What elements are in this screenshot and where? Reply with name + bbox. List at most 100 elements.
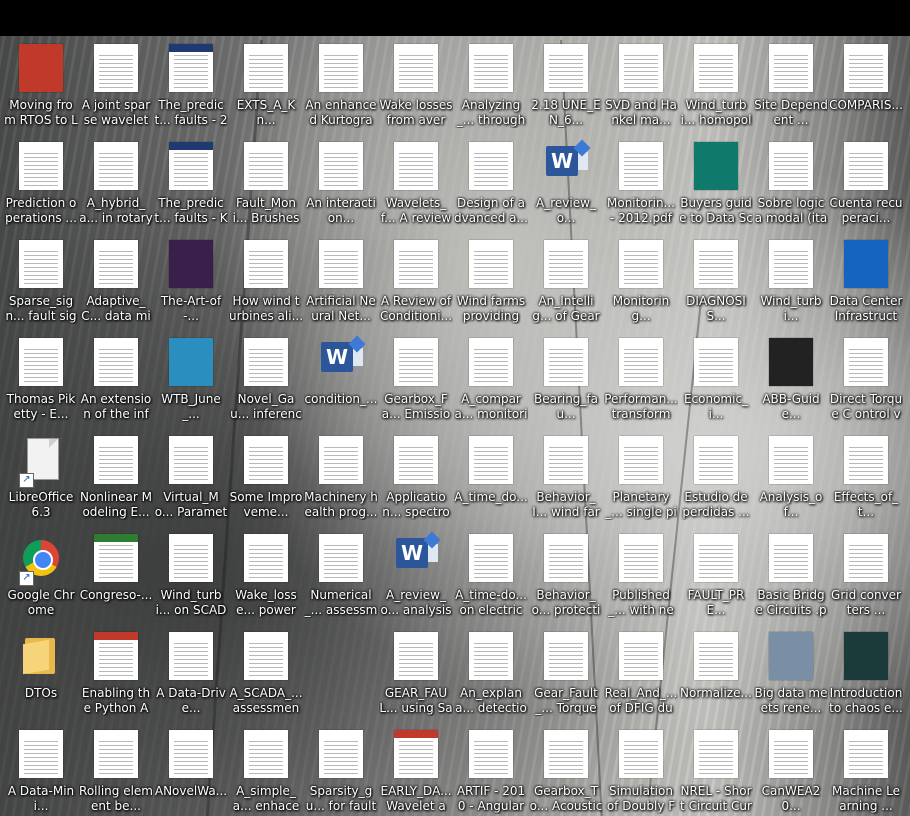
desktop-icon[interactable]: FAULT_PRE... (679, 528, 753, 617)
desktop-icon-label: Sparse_sign... fault signal... (5, 294, 77, 323)
desktop-icon[interactable]: A_SCADA_... assessment... (229, 626, 303, 715)
desktop-icon[interactable]: CanWEA20... (754, 724, 828, 813)
desktop-icon[interactable]: A_simple_a... enhaced-sq... (229, 724, 303, 813)
pdf-document-icon (19, 240, 63, 288)
desktop-icon[interactable]: An extension of the info... (79, 332, 153, 421)
desktop-icon[interactable]: Planetary_... single piez... (604, 430, 678, 519)
desktop-icon[interactable]: Wind_turbi... homopolar ... (679, 38, 753, 127)
desktop-icon[interactable]: WTB_June_... (154, 332, 228, 421)
desktop-icon[interactable]: An_Intellig... of Gearbox... (529, 234, 603, 323)
desktop-icon[interactable]: Performan... transform ... (604, 332, 678, 421)
desktop-icon[interactable]: Normalize... (679, 626, 753, 710)
desktop-icon-label: The_predict... faults - Kusi... (154, 196, 228, 225)
desktop-icon[interactable]: Grid converters ... (829, 528, 903, 617)
desktop-icon[interactable]: Design of advanced a... (454, 136, 528, 225)
desktop-icon[interactable]: Introduction to chaos e... (829, 626, 903, 715)
desktop-icon[interactable]: EXTS_A_Kn... (229, 38, 303, 127)
desktop-icon[interactable]: Numerical_... assessmen... (304, 528, 378, 617)
desktop-icon[interactable]: DIAGNOSIS... (679, 234, 753, 323)
desktop-icon[interactable]: Monitoring... (604, 234, 678, 323)
desktop-icon[interactable]: A Data-Mini... (4, 724, 78, 813)
desktop-icon[interactable]: Adaptive_C... data minig ... (79, 234, 153, 323)
desktop-icon[interactable]: Buyers guide to Data Sci... (679, 136, 753, 225)
desktop-icon[interactable]: Analysis_of... (754, 430, 828, 519)
desktop-icon[interactable]: Thomas Piketty - E... (4, 332, 78, 421)
desktop-icon[interactable]: 2.18 UNE_EN_6... (529, 38, 603, 127)
desktop-icon[interactable]: Real_And_... of DFIG dur... (604, 626, 678, 715)
desktop-icon[interactable]: An_explana... detection o... (454, 626, 528, 715)
desktop-icon[interactable]: An interaction... (304, 136, 378, 225)
desktop-icon[interactable]: Basic Bridge Circuits .pdf (754, 528, 828, 617)
desktop-icon[interactable]: Gearbox_Fa... Emissio Sen... (379, 332, 453, 421)
desktop-icon[interactable]: Wind_turbi... (754, 234, 828, 323)
desktop-icon[interactable]: Some Improveme... (229, 430, 303, 519)
desktop-icon[interactable]: A_compara... monitoring... (454, 332, 528, 421)
desktop-icon[interactable]: SVD and Hankel ma... (604, 38, 678, 127)
desktop-icon[interactable]: W A_review_o... analysis WT... (379, 528, 453, 617)
desktop-icon[interactable]: Behavior_o... protection ... (529, 528, 603, 617)
desktop-icon[interactable]: Wake_losse... power mea... (229, 528, 303, 617)
desktop-icon[interactable]: Congreso-... (79, 528, 153, 612)
desktop-icon[interactable]: NREL - Short Circuit Curr... (679, 724, 753, 813)
desktop-icon[interactable]: Effects_of_t... (829, 430, 903, 519)
desktop-icon[interactable]: Direct Torque C ontrol vs... (829, 332, 903, 421)
desktop-icon[interactable]: Wind_turbi... on SCADA ... (154, 528, 228, 617)
desktop-icon[interactable]: Wake losses from avera... (379, 38, 453, 127)
desktop-icon[interactable]: Cuenta recuperaci... (829, 136, 903, 225)
desktop-icon[interactable]: Fault_Moni... Brushes - K... (229, 136, 303, 225)
desktop-icon[interactable]: Published_... with new r... (604, 528, 678, 617)
desktop-icon[interactable]: Prediction operations ... (4, 136, 78, 225)
desktop-icon[interactable]: Sparsity_gu... for fault dia... (304, 724, 378, 813)
desktop-icon[interactable]: Behavior_I... wind farms... (529, 430, 603, 519)
desktop-icon[interactable]: Simulation of Doubly Fed... (604, 724, 678, 813)
desktop-icon[interactable]: A_hybrid_a... in rotary m... (79, 136, 153, 225)
desktop-icon[interactable]: Novel_Gau... inference ... (229, 332, 303, 421)
desktop-icon[interactable]: Virtual_Mo... Parameters ... (154, 430, 228, 519)
desktop-icon[interactable]: Big data meets rene... (754, 626, 828, 715)
desktop-icon[interactable]: ↗ LibreOffice 6.3 (4, 430, 78, 519)
desktop-icon[interactable]: EARLY_DA... Wavelet an... (379, 724, 453, 813)
desktop-icon-label: Grid converters ... (831, 588, 901, 617)
desktop-icon[interactable]: The_predict... faults - Kusi... (154, 136, 228, 225)
desktop-icon[interactable]: Wcondition_... (304, 332, 378, 416)
desktop-icon[interactable]: Wavelets_f... A review - 2... (379, 136, 453, 225)
desktop-icon[interactable]: Economic_i... (679, 332, 753, 421)
desktop-icon-label: A_time_do... (454, 490, 528, 504)
desktop-icon[interactable]: Sobre logica modal (ital... (754, 136, 828, 225)
desktop-icon[interactable]: GEAR_FAUL... using Satat... (379, 626, 453, 715)
desktop-icon[interactable]: Nonlinear Modeling E... (79, 430, 153, 519)
desktop-icon[interactable]: Gear_Fault_... Torque Gea... (529, 626, 603, 715)
desktop-icon[interactable]: Sparse_sign... fault signal... (4, 234, 78, 323)
desktop-icon[interactable]: Site Dependent ... (754, 38, 828, 127)
desktop-icon[interactable]: The_predict... faults - 201... (154, 38, 228, 127)
desktop-icon[interactable]: Artificial Neural Net... (304, 234, 378, 323)
desktop-icon[interactable]: ↗ Google Chrome (4, 528, 78, 617)
desktop-icon[interactable]: Machine Learning ... (829, 724, 903, 813)
desktop-icon[interactable]: Analyzing_... through vib... (454, 38, 528, 127)
desktop-icon[interactable]: Application... spectrogra... (379, 430, 453, 519)
desktop-icon[interactable]: Bearing_fau... (529, 332, 603, 421)
desktop-icon[interactable]: COMPARIS... (829, 38, 903, 122)
desktop-icon[interactable]: Gearbox_To... Acoustic e... (529, 724, 603, 813)
desktop-icon[interactable]: Data Center Infrastructu... (829, 234, 903, 323)
desktop-icon[interactable]: Monitorin... - 2012.pdf (604, 136, 678, 225)
desktop-icon[interactable]: W A_review_o... (529, 136, 603, 225)
desktop-icon[interactable]: A joint sparse wavelet coe... (79, 38, 153, 127)
desktop-icon[interactable]: ARTIF - 2010 - Angular r... (454, 724, 528, 813)
desktop-icon[interactable]: Estudio de perdidas ... (679, 430, 753, 519)
desktop-icon[interactable]: ANovelWa... (154, 724, 228, 808)
desktop-icon[interactable]: A Review of Conditioni... (379, 234, 453, 323)
desktop-icon[interactable]: A_time-do... on electrica... (454, 528, 528, 617)
desktop-icon[interactable]: The-Art-of-... (154, 234, 228, 323)
desktop-icon[interactable]: ABB-Guide... (754, 332, 828, 421)
desktop-icon[interactable]: How wind turbines ali... (229, 234, 303, 323)
desktop-icon[interactable]: An enhanced Kurtogram ... (304, 38, 378, 127)
desktop-icon[interactable]: Rolling element be... (79, 724, 153, 813)
desktop-icon[interactable]: DTOs (4, 626, 78, 710)
desktop-icon[interactable]: Moving from RTOS to Lin... (4, 38, 78, 127)
desktop-icon[interactable]: A Data-Drive... (154, 626, 228, 715)
desktop-icon[interactable]: Enabling the Python AP... (79, 626, 153, 715)
desktop-icon[interactable]: Machinery health prog... (304, 430, 378, 519)
desktop-icon[interactable]: Wind farms providing s... (454, 234, 528, 323)
desktop-icon[interactable]: A_time_do... (454, 430, 528, 514)
